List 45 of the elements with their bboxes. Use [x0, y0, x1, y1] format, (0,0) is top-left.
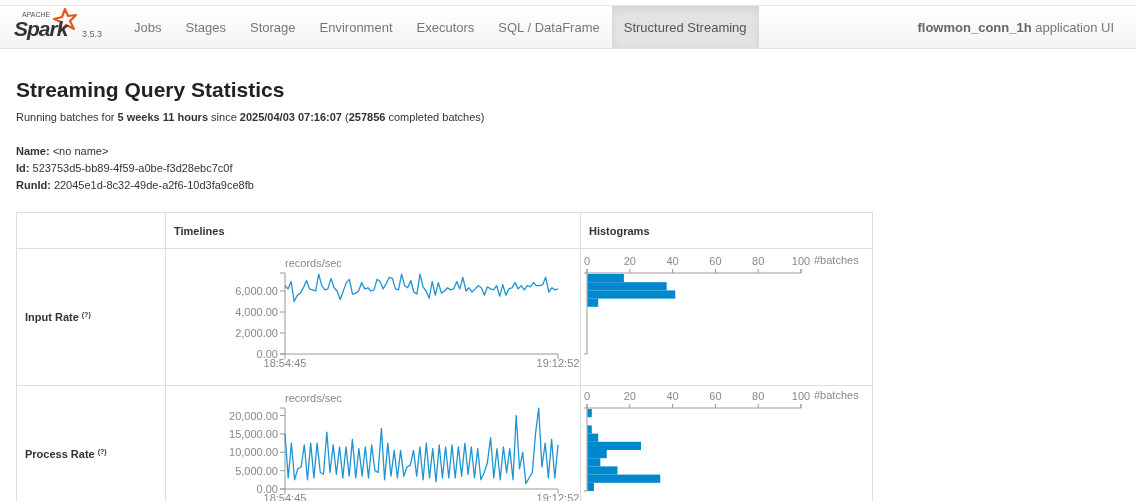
nav-tab[interactable]: Jobs — [122, 6, 174, 48]
axis-label: 5,000.00 — [235, 464, 278, 477]
nav-tab[interactable]: Environment — [307, 6, 405, 48]
axis-label: 0.00 — [256, 483, 278, 495]
nav-tab[interactable]: SQL / DataFrame — [486, 6, 612, 48]
axis-label: 60 — [709, 390, 722, 402]
detail-line: Name: <no name> — [16, 144, 110, 158]
nav-tab[interactable]: Executors — [404, 6, 487, 48]
page-title: Streaming Query Statistics — [16, 77, 286, 103]
row-label: Input Rate — [25, 311, 79, 323]
axis-label: 100 — [791, 255, 811, 267]
axis-label: 20,000.00 — [229, 409, 278, 422]
summary-text: Running batches for 5 weeks 11 hours since 2025/04/03 07:16:07 (257856 completed batches) — [16, 111, 486, 123]
nav-tab[interactable]: Storage — [238, 6, 308, 48]
row-label: Process Rate — [25, 448, 95, 460]
nav-tab[interactable]: Stages — [173, 6, 238, 48]
axis-label: 0 — [583, 390, 591, 402]
axis-label: 2,000.00 — [235, 327, 278, 339]
version-label: 3.5.3 — [82, 29, 103, 39]
axis-label: 10,000.00 — [229, 446, 278, 459]
axis-label: 0 — [583, 255, 591, 267]
detail-line: RunId: 22045e1d-8c32-49de-a2f6-10d3fa9ce8fb — [16, 178, 255, 192]
axis-label: 60 — [709, 255, 722, 267]
axis-label: 40 — [666, 255, 679, 267]
axis-title: records/sec — [285, 392, 342, 404]
axis-label: 18:54:45 — [263, 357, 307, 369]
axis-title: #batches — [814, 389, 859, 401]
axis-label: 0.00 — [256, 348, 278, 360]
axis-title: records/sec — [285, 257, 342, 269]
axis-label: 80 — [752, 390, 765, 402]
axis-title: #batches — [814, 254, 859, 266]
column-header: Histograms — [589, 224, 650, 237]
axis-label: 4,000.00 — [235, 306, 278, 318]
axis-label: 19:12:52 — [536, 357, 580, 369]
axis-label: 40 — [666, 390, 679, 402]
axis-label: 6,000.00 — [235, 285, 278, 297]
axis-label: 15,000.00 — [229, 427, 278, 440]
column-header: Timelines — [174, 224, 225, 237]
axis-label: 80 — [752, 255, 765, 267]
app-title: flowmon_conn_1h application UI — [917, 19, 1114, 35]
axis-label: 100 — [791, 390, 811, 402]
axis-label: 20 — [623, 255, 636, 267]
nav-tab[interactable]: Structured Streaming — [611, 6, 759, 48]
axis-label: 20 — [623, 390, 636, 402]
detail-line: Id: 523753d5-bb89-4f59-a0be-f3d28ebc7c0f — [16, 161, 234, 175]
